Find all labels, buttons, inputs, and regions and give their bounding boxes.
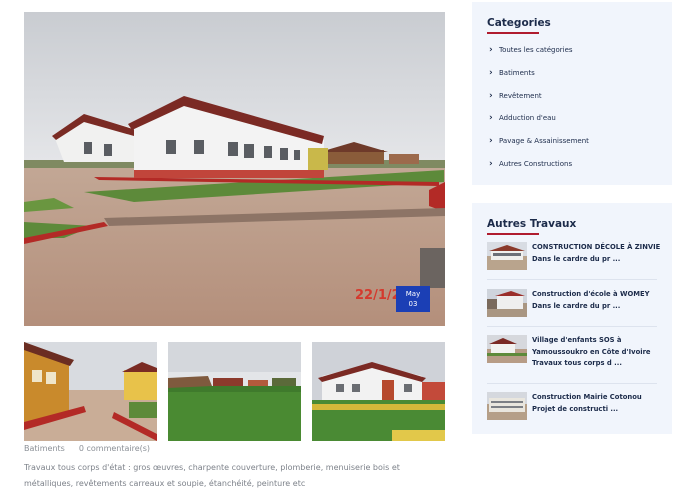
other-works-title: Autres Travaux [487,218,577,230]
post-excerpt: Travaux tous corps d'état : gros œuvres,… [24,463,400,488]
category-label: Batiments [499,68,535,77]
work-thumbnail-photo [487,289,527,317]
gallery-thumbnail[interactable] [312,342,445,441]
work-summary: Dans le cardre du pr ... [532,301,621,310]
work-title: Village d'enfants SOS à [532,336,622,344]
category-label: Revêtement [499,91,542,100]
divider [487,326,657,327]
category-label: Toutes les catégories [499,46,573,54]
work-text: Construction d'école à WOMEY Dans le car… [532,289,662,312]
chevron-right-icon: › [489,113,493,124]
date-day: 03 [408,300,418,308]
work-item-cotonou[interactable]: Construction Mairie Cotonou Projet de co… [487,392,657,436]
work-title-continued: Yamoussoukro en Côte d'Ivoire [532,347,651,356]
work-thumbnail-photo [487,242,527,270]
title-underline [487,233,539,235]
category-label: Pavage & Assainissement [499,137,589,146]
work-title: CONSTRUCTION DÉCOLE À ZINVIE [532,243,661,251]
thumbnail-photo [168,342,301,441]
work-text: Construction Mairie Cotonou Projet de co… [532,392,662,415]
work-summary: Projet de constructi ... [532,404,619,413]
thumbnail-photo [312,342,445,441]
gallery-thumbnail[interactable] [168,342,301,441]
post-category-link[interactable]: Batiments [24,444,65,453]
category-item-adduction[interactable]: › Adduction d'eau [489,114,589,137]
work-summary: Dans le cardre du pr ... [532,254,621,263]
thumbnail-photo [24,342,157,441]
category-item-autres[interactable]: › Autres Constructions [489,158,589,183]
post-date-badge: May 03 [396,286,430,312]
categories-title: Categories [487,17,551,29]
work-summary: Travaux tous corps d ... [532,359,622,367]
category-list: › Toutes les catégories › Batiments › Revêt… [489,46,589,183]
category-item-pavage[interactable]: › Pavage & Assainissement [489,137,589,160]
date-month: May [405,290,421,298]
work-thumbnail [487,335,527,363]
post-meta: Batiments 0 commentaire(s) [24,444,150,453]
chevron-right-icon: › [489,67,493,78]
work-thumbnail [487,392,527,420]
other-works-widget: Autres Travaux CONSTRUCTION DÉCOLE À ZIN… [472,203,672,434]
gallery-thumbnail[interactable] [24,342,157,441]
work-thumbnail [487,242,527,270]
main-post-image[interactable]: 22/1/2 [24,12,445,326]
category-label: Adduction d'eau [499,114,556,123]
work-item-yamoussoukro[interactable]: Village d'enfants SOS à Yamoussoukro en … [487,335,657,379]
work-title: Construction d'école à WOMEY [532,290,650,298]
category-label: Autres Constructions [499,159,573,168]
post-comments-link[interactable]: 0 commentaire(s) [79,444,150,453]
category-item-revetement[interactable]: › Revêtement [489,90,589,115]
chevron-right-icon: › [489,45,493,55]
title-underline [487,32,539,34]
divider [487,279,657,280]
work-thumbnail [487,289,527,317]
divider [487,383,657,384]
work-thumbnail-photo [487,392,527,420]
work-thumbnail-photo [487,335,527,363]
chevron-right-icon: › [489,158,493,169]
categories-widget: Categories › Toutes les catégories › Batim… [472,2,672,185]
chevron-right-icon: › [489,90,493,101]
work-text: Village d'enfants SOS à Yamoussoukro en … [532,335,662,370]
work-text: CONSTRUCTION DÉCOLE À ZINVIE Dans le car… [532,242,662,265]
category-item-batiments[interactable]: › Batiments [489,67,589,92]
category-item-all[interactable]: › Toutes les catégories [489,46,589,69]
building-photo: 22/1/2 [24,12,445,326]
chevron-right-icon: › [489,136,493,147]
work-title: Construction Mairie Cotonou [532,393,642,401]
photo-timestamp: 22/1/2 [355,288,401,303]
